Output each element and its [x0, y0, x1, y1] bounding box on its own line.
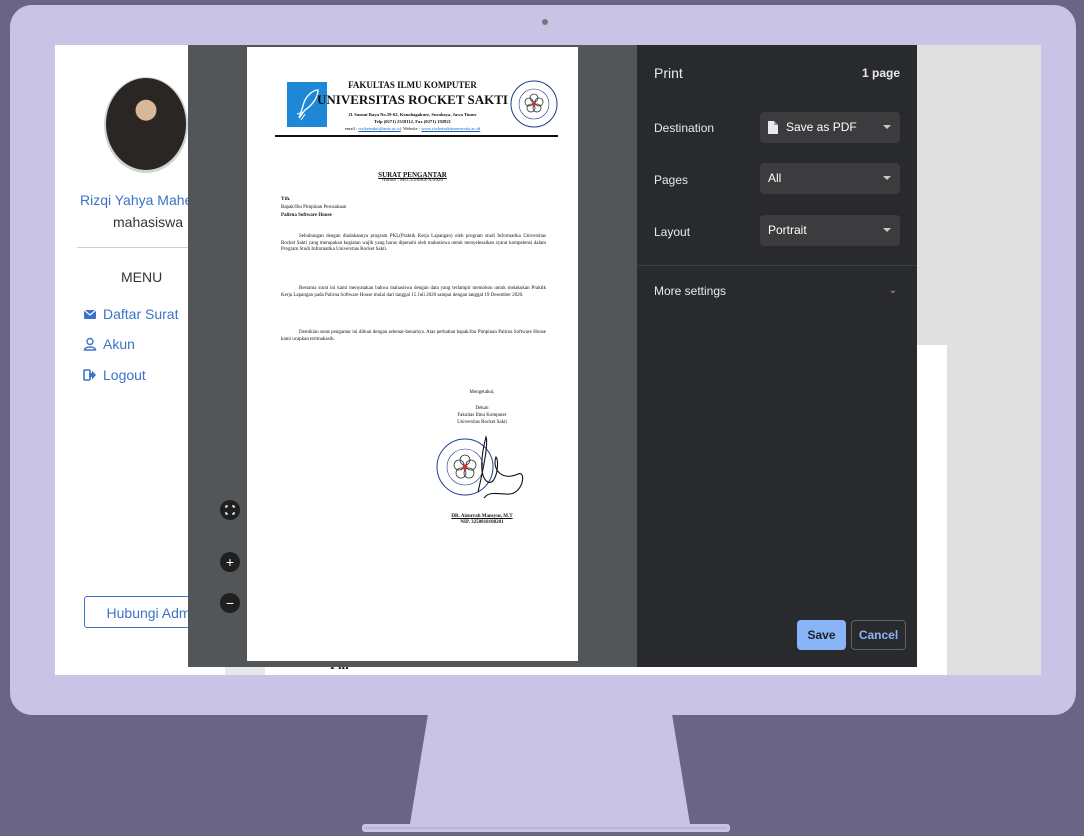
destination-label: Destination	[654, 121, 715, 135]
menu-heading: MENU	[121, 269, 163, 285]
user-icon	[83, 337, 97, 351]
fit-to-page-button[interactable]	[220, 500, 240, 520]
more-settings-toggle[interactable]: More settings	[654, 284, 726, 298]
chevron-down-icon[interactable]: ⌄	[889, 285, 897, 296]
doc-website-prefix: , Website :	[400, 126, 422, 131]
destination-value: Save as PDF	[786, 120, 857, 134]
sidebar-item-label: Akun	[103, 336, 135, 352]
save-button[interactable]: Save	[797, 620, 846, 650]
doc-email-link[interactable]: rocketsakti@univ.ac.id	[359, 126, 401, 131]
print-settings-panel: Print 1 page Destination Save as PDF Pag…	[637, 45, 917, 667]
doc-phone: Telp (0271) 2318112, Fax (0271) 192821	[374, 119, 451, 124]
zoom-out-button[interactable]: −	[220, 593, 240, 613]
document-icon	[768, 121, 778, 134]
screen: Rizqi Yahya Mahendra mahasiswa MENU Daft…	[55, 45, 1041, 675]
doc-email-prefix: email :	[344, 126, 359, 131]
pages-label: Pages	[654, 173, 689, 187]
chevron-down-icon	[883, 125, 891, 129]
panel-divider	[637, 265, 917, 266]
layout-label: Layout	[654, 225, 691, 239]
doc-paragraph-3: Demikian surat pengantar ini dibuat deng…	[281, 330, 546, 342]
doc-sign-name-block: DR. Aizurrah Mansyur, M.T NIP. 325081810…	[417, 514, 547, 526]
print-page-count: 1 page	[861, 66, 900, 80]
monitor-stand	[362, 714, 730, 832]
doc-university: UNIVERSITAS ROCKET SAKTI	[317, 92, 508, 107]
sidebar-item-akun[interactable]: Akun	[83, 336, 135, 352]
doc-faculty: FAKULTAS ILMU KOMPUTER	[348, 80, 477, 90]
doc-paragraph-2: Bersama surat ini kami menyatakan bahwa …	[281, 286, 546, 298]
doc-header-rule	[275, 135, 558, 137]
logout-icon	[83, 369, 96, 381]
destination-select[interactable]: Save as PDF	[760, 112, 900, 143]
doc-recipient-line1: Bapak/Ibu Pimpinan Perusahaan	[281, 205, 347, 210]
chevron-down-icon	[883, 228, 891, 232]
pages-select[interactable]: All	[760, 163, 900, 194]
chevron-down-icon	[883, 176, 891, 180]
doc-letter-number: Nomor : MG.3/3/EKS/X/2020	[382, 178, 443, 183]
doc-contact: email : rocketsakti@univ.ac.id, Website …	[247, 126, 578, 131]
envelope-icon	[83, 309, 97, 319]
background-right-card	[917, 345, 947, 675]
camera-dot	[542, 19, 548, 25]
sidebar-item-label: Logout	[103, 367, 146, 383]
avatar	[106, 78, 186, 170]
doc-recipient-line2: Palirna Software House	[281, 213, 332, 218]
print-title: Print	[654, 65, 683, 81]
document-page: FAKULTAS ILMU KOMPUTER UNIVERSITAS ROCKE…	[247, 47, 578, 661]
pages-value: All	[768, 171, 782, 185]
doc-paragraph-1: Sehubungan dengan diadakannya program PK…	[281, 234, 546, 253]
fit-page-icon	[225, 505, 235, 515]
doc-address: Jl. Sunsui Raya No.59-62, Konohagakure, …	[348, 112, 477, 117]
doc-recipient-label: Yth.	[281, 197, 291, 202]
sidebar-item-daftar-surat[interactable]: Daftar Surat	[83, 306, 178, 322]
user-role: mahasiswa	[113, 214, 184, 230]
cancel-button[interactable]: Cancel	[851, 620, 906, 650]
zoom-in-button[interactable]: +	[220, 552, 240, 572]
doc-sign-known: Mengetahui,	[469, 390, 495, 395]
layout-value: Portrait	[768, 223, 807, 237]
doc-sign-nip: NIP. 3250818108201	[460, 520, 504, 525]
doc-website-link[interactable]: www.rocketsaktiuniversity.ac.id	[421, 126, 480, 131]
sidebar-item-logout[interactable]: Logout	[83, 367, 146, 383]
layout-select[interactable]: Portrait	[760, 215, 900, 246]
signature-with-stamp	[436, 435, 524, 499]
sidebar-item-label: Daftar Surat	[103, 306, 179, 322]
